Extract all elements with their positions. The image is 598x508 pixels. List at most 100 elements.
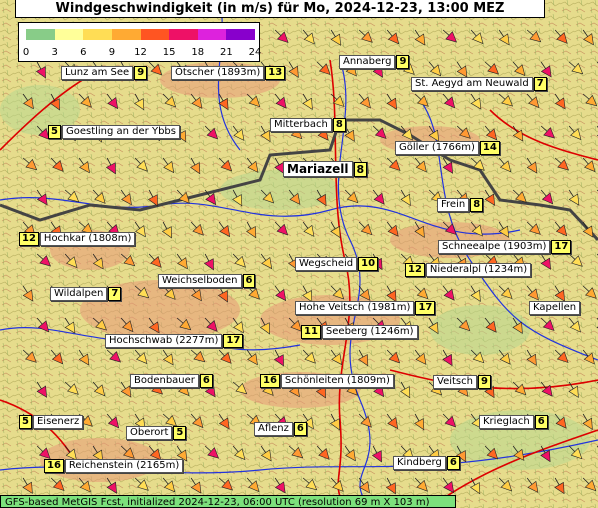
place-label: Annaberg 9 — [339, 55, 410, 69]
wind-speed-value: 8 — [470, 198, 484, 212]
place-label: Kapellen — [529, 301, 581, 315]
legend-swatch — [140, 29, 170, 40]
place-label: Frein 8 — [437, 198, 484, 212]
place-name: Hochkar (1808m) — [39, 232, 136, 246]
place-label: Hochschwab (2277m) 17 — [105, 334, 244, 348]
legend-tick: 3 — [51, 47, 58, 58]
wind-legend: 0 3 6 9 12 15 18 21 24 — [18, 22, 262, 62]
place-label: 5 Eisenerz — [18, 415, 84, 429]
place-label: Ötscher (1893m) 13 — [171, 66, 286, 80]
place-name: Oberort — [126, 426, 173, 440]
wind-speed-value: 16 — [260, 374, 280, 388]
wind-speed-value: 9 — [477, 375, 491, 389]
place-name: Göller (1766m) — [395, 141, 479, 155]
wind-speed-value: 6 — [293, 422, 307, 436]
legend-swatch — [83, 29, 112, 40]
place-name: Niederalpl (1234m) — [425, 263, 532, 277]
wind-speed-value: 6 — [446, 456, 460, 470]
place-label: Lunz am See 9 — [61, 66, 148, 80]
legend-tick: 9 — [108, 47, 116, 58]
place-label: Aflenz 6 — [254, 422, 308, 436]
map-title: Windgeschwindigkeit (in m/s) für Mo, 202… — [55, 1, 505, 16]
place-name: Ötscher (1893m) — [171, 66, 265, 80]
wind-speed-value: 6 — [199, 374, 213, 388]
place-name: Mitterbach — [270, 118, 332, 132]
map-title-box: Windgeschwindigkeit (in m/s) für Mo, 202… — [15, 0, 545, 18]
wind-speed-value: 7 — [108, 287, 122, 301]
place-label: 11 Seeberg (1246m) — [300, 325, 418, 339]
legend-swatch — [197, 29, 227, 40]
place-name: Weichselboden — [158, 274, 242, 288]
place-name: Aflenz — [254, 422, 293, 436]
wind-speed-value: 11 — [301, 325, 321, 339]
legend-tick: 18 — [191, 47, 205, 58]
place-name: Lunz am See — [61, 66, 134, 80]
place-name: Reichenstein (2165m) — [64, 459, 184, 473]
place-label: Schneealpe (1903m) 17 — [438, 240, 572, 254]
legend-tick: 24 — [248, 47, 262, 58]
wind-speed-value: 17 — [223, 334, 244, 348]
wind-speed-value: 16 — [44, 459, 64, 473]
wind-speed-value: 13 — [265, 66, 286, 80]
wind-speed-value: 7 — [533, 77, 547, 91]
place-label: Mariazell 8 — [283, 161, 368, 177]
place-label: Hohe Veitsch (1981m) 17 — [295, 301, 436, 315]
place-label: Veitsch 9 — [433, 375, 492, 389]
place-label: 5 Goestling an der Ybbs — [47, 125, 180, 139]
place-label: 16 Schönleiten (1809m) — [259, 374, 394, 388]
place-label: Weichselboden 6 — [158, 274, 256, 288]
place-label: 12 Hochkar (1808m) — [18, 232, 136, 246]
place-label: Göller (1766m) 14 — [395, 141, 501, 155]
place-name: Kapellen — [529, 301, 581, 315]
legend-tick: 15 — [162, 47, 176, 58]
legend-tick: 0 — [22, 47, 30, 58]
wind-speed-value: 12 — [19, 232, 39, 246]
wind-speed-value: 17 — [415, 301, 436, 315]
legend-swatch — [54, 29, 84, 40]
legend-tick: 12 — [134, 47, 147, 58]
place-label: Wildalpen 7 — [50, 287, 122, 301]
place-name: Bodenbauer — [130, 374, 199, 388]
place-name: Hohe Veitsch (1981m) — [295, 301, 415, 315]
place-name: Mariazell — [283, 161, 353, 177]
place-name: Veitsch — [433, 375, 477, 389]
wind-speed-value: 8 — [332, 118, 346, 132]
place-label: 16 Reichenstein (2165m) — [43, 459, 184, 473]
place-name: Kindberg — [393, 456, 446, 470]
place-name: St. Aegyd am Neuwald — [411, 77, 533, 91]
place-name: Goestling an der Ybbs — [61, 125, 180, 139]
wind-speed-value: 12 — [405, 263, 425, 277]
place-name: Schönleiten (1809m) — [280, 374, 394, 388]
legend-tick: 21 — [220, 47, 233, 58]
wind-speed-value: 5 — [19, 415, 32, 429]
place-name: Schneealpe (1903m) — [438, 240, 551, 254]
wind-speed-value: 9 — [396, 55, 410, 69]
place-label: Wegscheid 10 — [295, 257, 379, 271]
legend-color-bar — [26, 29, 255, 40]
wind-speed-value: 5 — [173, 426, 187, 440]
wind-speed-value: 5 — [48, 125, 61, 139]
wind-speed-value: 14 — [479, 141, 500, 155]
legend-swatch — [169, 29, 198, 40]
wind-speed-value: 9 — [134, 66, 148, 80]
place-name: Krieglach — [479, 415, 534, 429]
place-name: Seeberg (1246m) — [321, 325, 418, 339]
wind-speed-value: 8 — [353, 161, 368, 177]
footer-forecast-info: GFS-based MetGIS Fcst, initialized 2024-… — [0, 495, 456, 508]
legend-swatch — [26, 29, 55, 40]
wind-speed-value: 10 — [358, 257, 379, 271]
place-name: Wegscheid — [295, 257, 358, 271]
place-name: Hochschwab (2277m) — [105, 334, 223, 348]
wind-speed-value: 17 — [551, 240, 572, 254]
legend-swatch — [226, 29, 255, 40]
wind-speed-value: 6 — [534, 415, 548, 429]
place-label: Oberort 5 — [126, 426, 187, 440]
place-label: Krieglach 6 — [479, 415, 549, 429]
place-label: Mitterbach 8 — [270, 118, 347, 132]
place-label: St. Aegyd am Neuwald 7 — [411, 77, 548, 91]
wind-speed-value: 6 — [242, 274, 256, 288]
place-label: Bodenbauer 6 — [130, 374, 214, 388]
legend-swatch — [111, 29, 141, 40]
place-name: Eisenerz — [32, 415, 84, 429]
place-label: 12 Niederalpl (1234m) — [404, 263, 532, 277]
